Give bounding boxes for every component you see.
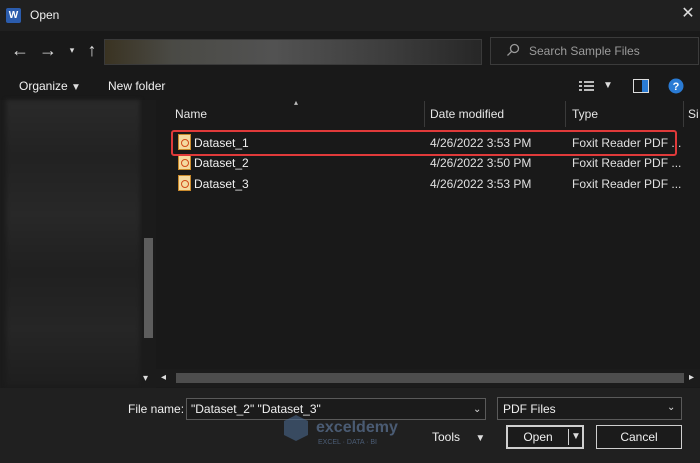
sort-ascending-icon: ▴ — [294, 98, 299, 107]
file-name: Dataset_2 — [194, 156, 249, 170]
organize-button[interactable]: Organize ▼ — [19, 79, 81, 93]
tools-button[interactable]: Tools ▼ — [432, 430, 485, 444]
forward-arrow-icon[interactable]: → — [38, 40, 58, 60]
chevron-down-icon: ▼ — [71, 82, 81, 93]
blurred-folder-tree — [6, 100, 140, 386]
open-button[interactable]: Open ▼ — [506, 425, 584, 449]
scroll-left-icon[interactable]: ◂ — [161, 372, 166, 383]
svg-text:?: ? — [673, 81, 680, 93]
pdf-file-icon — [178, 175, 191, 191]
file-date: 4/26/2022 3:50 PM — [430, 156, 532, 170]
chevron-down-icon[interactable]: ⌄ — [473, 404, 481, 415]
watermark-brand: exceldemy — [316, 419, 398, 436]
back-arrow-icon[interactable]: ← — [10, 40, 30, 60]
column-divider[interactable] — [683, 101, 684, 127]
exceldemy-watermark: exceldemy EXCEL · DATA · BI — [284, 415, 398, 446]
horizontal-scrollbar-thumb[interactable] — [176, 373, 684, 383]
file-type-value: PDF Files — [503, 402, 556, 416]
file-type: Foxit Reader PDF ... — [572, 156, 682, 170]
column-header-name[interactable]: Name — [175, 101, 207, 127]
column-divider[interactable] — [424, 101, 425, 127]
view-dropdown-icon[interactable]: ▼ — [603, 80, 613, 91]
highlight-box — [171, 130, 677, 156]
up-arrow-icon[interactable]: ↑ — [82, 40, 102, 60]
column-header-date[interactable]: Date modified — [430, 101, 504, 127]
chevron-down-icon[interactable]: ▼ — [571, 431, 581, 442]
organize-label: Organize — [19, 79, 68, 93]
scroll-right-icon[interactable]: ▸ — [689, 372, 694, 383]
file-row-dataset-3[interactable]: Dataset_3 4/26/2022 3:53 PM Foxit Reader… — [168, 174, 682, 194]
search-input[interactable]: Search Sample Files — [490, 37, 699, 65]
cancel-label: Cancel — [620, 430, 658, 444]
tools-label: Tools — [432, 430, 461, 444]
file-type: Foxit Reader PDF ... — [572, 177, 682, 191]
close-icon[interactable]: ✕ — [680, 6, 696, 22]
file-name: Dataset_3 — [194, 177, 249, 191]
address-bar[interactable] — [104, 39, 482, 65]
word-app-icon: W — [6, 8, 21, 23]
view-options-icon[interactable] — [579, 80, 595, 92]
new-folder-button[interactable]: New folder — [108, 79, 165, 93]
window-title: Open — [30, 8, 60, 22]
column-divider[interactable] — [565, 101, 566, 127]
chevron-down-icon: ▼ — [475, 433, 486, 444]
column-header-type[interactable]: Type — [572, 101, 598, 127]
help-icon[interactable]: ? — [668, 78, 684, 94]
preview-pane-icon[interactable] — [633, 79, 649, 93]
scroll-down-icon[interactable]: ▾ — [143, 373, 148, 384]
split-divider — [568, 429, 569, 445]
pdf-file-icon — [178, 154, 191, 170]
column-header-size[interactable]: Si — [688, 101, 699, 127]
open-label: Open — [523, 430, 553, 444]
search-placeholder: Search Sample Files — [529, 44, 640, 58]
recent-dropdown-icon[interactable]: ▾ — [62, 40, 82, 60]
file-name-label: File name: — [128, 402, 185, 416]
title-bar — [0, 0, 700, 31]
file-date: 4/26/2022 3:53 PM — [430, 177, 532, 191]
chevron-down-icon: ⌄ — [667, 402, 676, 413]
scrollbar-thumb[interactable] — [144, 238, 153, 338]
watermark-tagline: EXCEL · DATA · BI — [318, 439, 377, 446]
file-row-dataset-2[interactable]: Dataset_2 4/26/2022 3:50 PM Foxit Reader… — [168, 153, 682, 173]
search-icon — [507, 43, 520, 56]
file-type-select[interactable]: PDF Files ⌄ — [497, 397, 682, 420]
cancel-button[interactable]: Cancel — [596, 425, 682, 449]
